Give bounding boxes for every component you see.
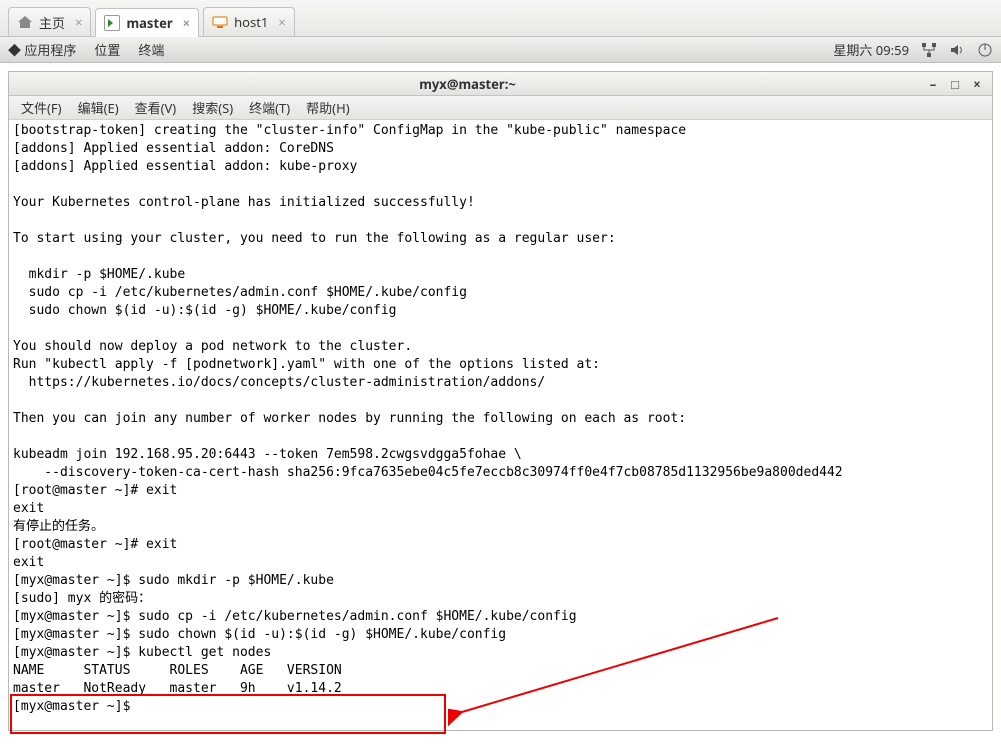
tab-master[interactable]: master × [95, 8, 199, 37]
tab-master-label: master [126, 14, 172, 32]
console-icon [104, 15, 120, 31]
host-icon [212, 14, 228, 30]
close-icon[interactable]: × [278, 13, 285, 31]
panel-terminal[interactable]: 终端 [138, 40, 164, 59]
panel-places[interactable]: 位置 [94, 40, 120, 59]
panel-clock: 星期六 09:59 [833, 40, 909, 59]
terminal-menubar: 文件(F) 编辑(E) 查看(V) 搜索(S) 终端(T) 帮助(H) [9, 96, 992, 120]
volume-icon[interactable] [949, 42, 965, 58]
tab-host1-label: host1 [234, 13, 268, 31]
terminal-body[interactable]: [bootstrap-token] creating the "cluster-… [9, 120, 992, 730]
vm-tabstrip: 主页 × master × host1 × [0, 0, 1001, 37]
close-icon[interactable]: × [75, 13, 82, 31]
menu-edit[interactable]: 编辑(E) [72, 96, 125, 119]
menu-view[interactable]: 查看(V) [129, 96, 183, 119]
maximize-button[interactable]: □ [946, 75, 964, 93]
window-title: myx@master:~ [15, 75, 920, 93]
terminal-window: myx@master:~ – □ × 文件(F) 编辑(E) 查看(V) 搜索(… [8, 71, 993, 731]
menu-file[interactable]: 文件(F) [15, 96, 68, 119]
panel-apps[interactable]: ◆ 应用程序 [8, 40, 76, 59]
window-titlebar[interactable]: myx@master:~ – □ × [9, 72, 992, 96]
tab-home[interactable]: 主页 × [8, 7, 91, 36]
menu-help[interactable]: 帮助(H) [300, 96, 355, 119]
menu-search[interactable]: 搜索(S) [186, 96, 239, 119]
tab-home-label: 主页 [39, 13, 65, 32]
menu-terminal[interactable]: 终端(T) [243, 96, 296, 119]
close-button[interactable]: × [968, 75, 986, 93]
tab-host1[interactable]: host1 × [203, 7, 295, 36]
minimize-button[interactable]: – [924, 75, 942, 93]
power-icon[interactable] [977, 42, 993, 58]
home-icon [17, 14, 33, 30]
desktop-panel: ◆ 应用程序 位置 终端 星期六 09:59 [0, 37, 1001, 63]
network-icon[interactable] [921, 42, 937, 58]
close-icon[interactable]: × [183, 14, 190, 32]
